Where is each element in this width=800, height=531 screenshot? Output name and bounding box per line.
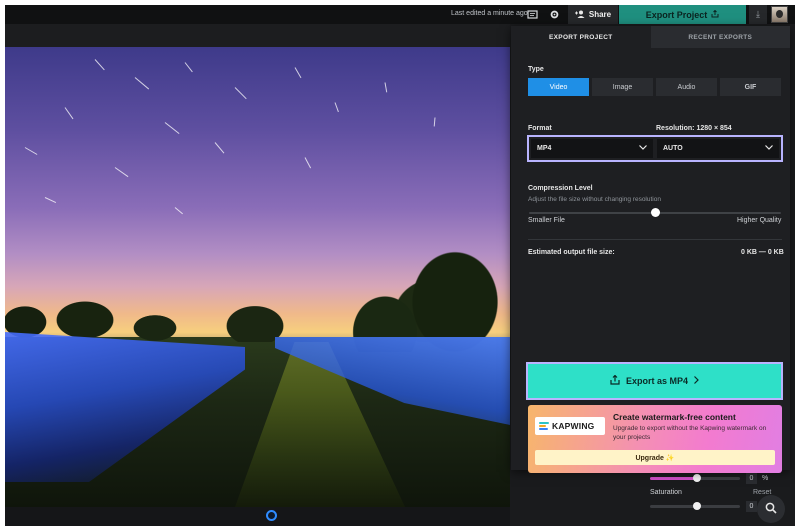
export-dialog: EXPORT PROJECT RECENT EXPORTS Type Video… xyxy=(511,26,790,473)
search-icon xyxy=(765,502,777,517)
star-trail xyxy=(64,107,74,120)
trees xyxy=(335,232,510,352)
resolution-select[interactable]: AUTO xyxy=(657,139,779,158)
tab-recent-exports[interactable]: RECENT EXPORTS xyxy=(650,26,790,48)
share-button[interactable]: Share xyxy=(568,5,618,24)
star-trail xyxy=(384,82,388,93)
comment-icon[interactable] xyxy=(524,7,540,22)
star-trail xyxy=(334,102,339,113)
export-project-button[interactable]: Export Project xyxy=(619,5,746,24)
chevron-down-icon xyxy=(765,145,773,152)
editor-toolbar xyxy=(5,24,510,47)
kapwing-logo: KAPWING xyxy=(535,417,605,435)
saturation-label: Saturation xyxy=(650,489,682,496)
estimated-size-value: 0 KB — 0 KB xyxy=(741,249,784,256)
type-video-button[interactable]: Video xyxy=(528,78,589,96)
format-value: MP4 xyxy=(537,145,552,152)
chevron-right-icon xyxy=(694,376,699,386)
format-resolution-row: MP4 AUTO xyxy=(527,135,783,162)
star-trail xyxy=(24,147,38,155)
type-label: Type xyxy=(528,66,544,73)
upload-icon xyxy=(610,374,620,387)
export-as-mp4-label: Export as MP4 xyxy=(625,376,689,386)
saturation-value[interactable]: 0 xyxy=(746,501,757,512)
compression-slider-knob[interactable] xyxy=(651,208,660,217)
download-button[interactable]: ⤓ xyxy=(749,5,767,24)
playhead-handle[interactable] xyxy=(266,510,277,521)
type-gif-button[interactable]: GIF xyxy=(720,78,781,96)
percent-label: % xyxy=(762,475,769,482)
chevron-down-icon xyxy=(639,145,647,152)
gear-icon[interactable] xyxy=(546,7,562,22)
kapwing-editor: Last edited a minute ago Share Export Pr… xyxy=(5,5,795,526)
resolution-value: AUTO xyxy=(663,145,683,152)
star-trail xyxy=(174,207,183,215)
adjust-slider-knob[interactable] xyxy=(693,474,701,482)
star-trail xyxy=(214,142,225,154)
download-icon: ⤓ xyxy=(756,9,760,19)
export-as-mp4-button[interactable]: Export as MP4 xyxy=(526,362,783,400)
star-trail xyxy=(44,197,57,204)
avatar[interactable] xyxy=(771,6,788,23)
compression-description: Adjust the file size without changing re… xyxy=(528,196,661,203)
kapwing-logo-text: KAPWING xyxy=(552,421,595,431)
resolution-label: Resolution: 1280 × 854 xyxy=(656,125,732,132)
star-trail xyxy=(433,117,436,127)
star-trail xyxy=(294,67,302,79)
upgrade-button[interactable]: Upgrade ✨ xyxy=(535,450,775,465)
promo-title: Create watermark-free content xyxy=(613,412,736,422)
top-bar: Last edited a minute ago Share Export Pr… xyxy=(5,5,795,24)
share-label: Share xyxy=(588,10,612,19)
star-trail xyxy=(234,87,247,100)
type-image-button[interactable]: Image xyxy=(592,78,653,96)
format-label: Format xyxy=(528,125,552,132)
saturation-slider-knob[interactable] xyxy=(693,502,701,510)
star-trail xyxy=(114,167,129,178)
adjust-value[interactable]: 0 xyxy=(746,473,757,484)
type-selector: Video Image Audio GIF xyxy=(528,78,781,96)
tab-export-project[interactable]: EXPORT PROJECT xyxy=(511,26,651,48)
promo-description: Upgrade to export without the Kapwing wa… xyxy=(613,425,767,441)
compression-label: Compression Level xyxy=(528,185,593,192)
higher-quality-label: Higher Quality xyxy=(737,217,782,224)
upload-icon xyxy=(711,9,719,20)
type-audio-button[interactable]: Audio xyxy=(656,78,717,96)
export-project-label: Export Project xyxy=(645,9,708,20)
star-trail xyxy=(184,62,193,73)
last-edited-status: Last edited a minute ago xyxy=(451,10,528,17)
kapwing-logo-icon xyxy=(539,422,549,430)
add-person-icon xyxy=(574,10,585,20)
search-button[interactable] xyxy=(757,495,785,523)
format-select[interactable]: MP4 xyxy=(531,139,653,158)
star-trail xyxy=(134,77,150,90)
star-trail xyxy=(304,157,312,169)
star-trail xyxy=(164,122,180,134)
divider xyxy=(528,239,782,240)
star-trail xyxy=(94,59,105,71)
export-tabs: EXPORT PROJECT RECENT EXPORTS xyxy=(511,26,790,48)
estimated-size-label: Estimated output file size: xyxy=(528,249,615,256)
smaller-file-label: Smaller File xyxy=(528,217,565,224)
upgrade-promo-card: KAPWING Create watermark-free content Up… xyxy=(528,405,782,473)
video-canvas[interactable] xyxy=(5,47,510,507)
